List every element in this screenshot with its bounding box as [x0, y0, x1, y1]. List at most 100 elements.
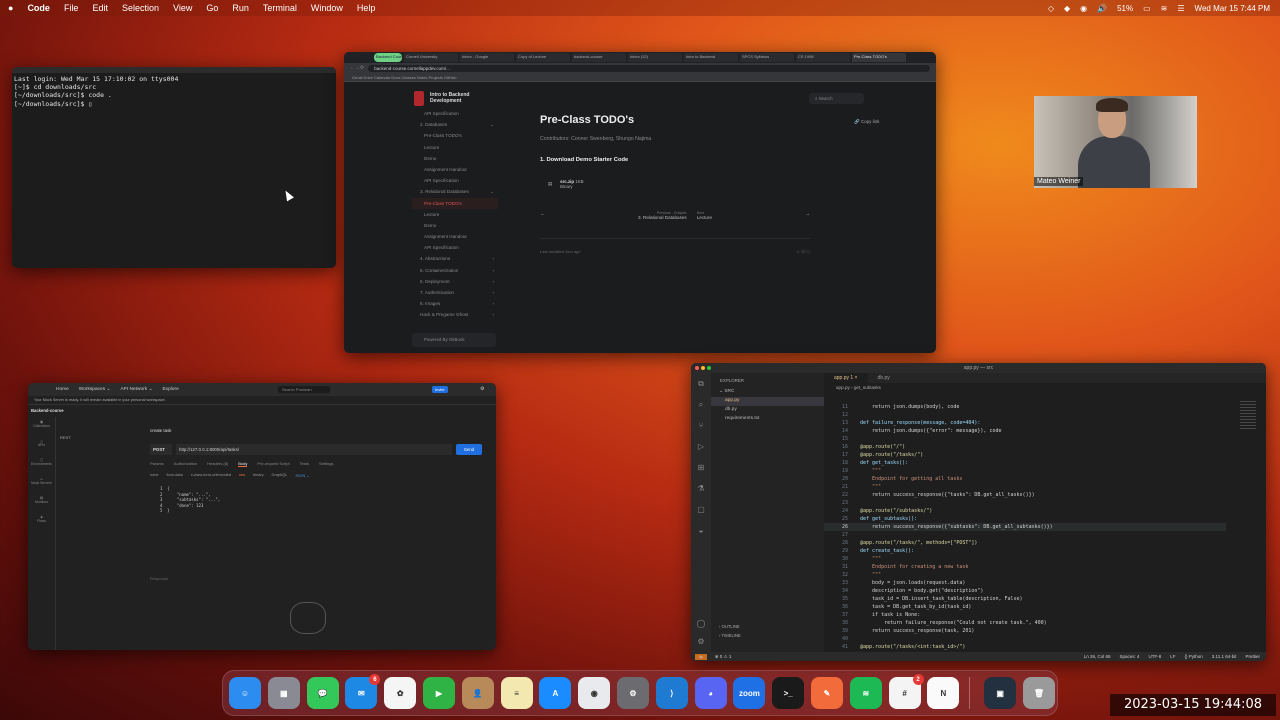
- problems-indicator[interactable]: ⊗ 0 ⚠ 1: [715, 654, 732, 660]
- battery-percent[interactable]: 51%: [1117, 4, 1133, 13]
- minimap[interactable]: [1240, 401, 1256, 431]
- browser-tab-active[interactable]: Pre-Class TODO's: [852, 53, 906, 62]
- dock-facetime-icon[interactable]: ▶: [423, 677, 455, 709]
- status-icon[interactable]: ◇: [1048, 4, 1054, 13]
- control-center-icon[interactable]: ☰: [1177, 4, 1184, 13]
- sidebar-item[interactable]: 7. Authentication ›: [412, 287, 498, 298]
- dock-postman-icon[interactable]: ✎: [811, 677, 843, 709]
- sidebar-item[interactable]: 6. Deployment ›: [412, 276, 498, 287]
- back-icon[interactable]: ←→⟳: [350, 65, 364, 71]
- prev-arrow-icon[interactable]: ←: [540, 211, 545, 220]
- dock-slack-icon[interactable]: #2: [888, 674, 924, 709]
- sidebar-item[interactable]: 4. Abstractions ›: [412, 253, 498, 264]
- sidebar-item[interactable]: Pre-Class TODO's: [412, 130, 498, 141]
- status-item[interactable]: 3.11.1 64-bit: [1212, 654, 1237, 659]
- sidebar-item[interactable]: API Specification: [412, 175, 498, 186]
- folder-src[interactable]: ⌄ SRC: [711, 388, 824, 397]
- chevron-icon[interactable]: ⌄: [490, 119, 494, 130]
- dock-trash-icon[interactable]: 🗑: [1023, 677, 1055, 709]
- browser-tab[interactable]: CS 1998: [796, 53, 850, 62]
- menu-clock[interactable]: Wed Mar 15 7:44 PM: [1195, 4, 1270, 13]
- docker-icon[interactable]: ◒: [691, 520, 711, 541]
- sidebar-item[interactable]: API Specification: [412, 242, 498, 253]
- sidebar-item[interactable]: 3. Relational Databases ⌄: [412, 186, 498, 197]
- tab-settings[interactable]: Settings: [319, 461, 333, 467]
- menu-go[interactable]: Go: [206, 3, 218, 13]
- terminal-output[interactable]: Last login: Wed Mar 15 17:10:02 on ttys0…: [12, 73, 336, 110]
- radio-urlencoded[interactable]: x-www-form-urlencoded: [191, 473, 231, 478]
- url-input[interactable]: backend-course.cornellappdev.com/...: [368, 64, 930, 72]
- tab-pre-request[interactable]: Pre-request Script: [257, 461, 289, 467]
- dock-discord-icon[interactable]: ◕: [694, 677, 727, 709]
- dock-zoom-icon[interactable]: zoom: [733, 677, 766, 709]
- record-icon[interactable]: ◉: [1080, 4, 1087, 13]
- status-item[interactable]: LF: [1170, 654, 1175, 659]
- radio-graphql[interactable]: GraphQL: [271, 473, 287, 478]
- menu-terminal[interactable]: Terminal: [263, 3, 297, 13]
- prev-page-link[interactable]: Previous - Chapter 3. Relational Database…: [638, 211, 687, 220]
- status-icon[interactable]: ◆: [1064, 4, 1070, 13]
- file-app-py[interactable]: app.py: [711, 397, 824, 406]
- sidebar-item[interactable]: Lecture: [412, 142, 498, 153]
- sidebar-item[interactable]: Assignment Handout: [412, 231, 498, 242]
- file-db-py[interactable]: db.py: [711, 406, 824, 415]
- close-window-icon[interactable]: [695, 366, 699, 370]
- browser-tab[interactable]: Copy of Lecture: [516, 53, 570, 62]
- sidebar-item[interactable]: Pre-Class TODO's: [412, 197, 498, 209]
- status-item[interactable]: Prettier: [1245, 654, 1260, 659]
- chevron-icon[interactable]: ⌄: [490, 186, 494, 197]
- sidebar-item[interactable]: Demo: [412, 220, 498, 231]
- vscode-window[interactable]: app.py — src ⧉ ⌕ ⑂ ▷ ⊞ ⚗ ▢ ◒ ◯ ⚙ EXPLORE…: [691, 363, 1266, 661]
- settings-icon[interactable]: ⚙: [480, 387, 484, 392]
- dock-mail-icon[interactable]: ✉ 6: [345, 674, 381, 709]
- file-attachment[interactable]: ▤ src.zip 1KB Binary: [540, 179, 810, 189]
- tab-db-py[interactable]: db.py: [868, 373, 900, 383]
- dock-contacts-icon[interactable]: 👤: [461, 677, 494, 709]
- status-item[interactable]: {} Python: [1185, 654, 1203, 659]
- sidebar-item[interactable]: 5. Containerization ›: [412, 265, 498, 276]
- tab-params[interactable]: Params: [150, 461, 164, 467]
- menu-app-name[interactable]: Code: [27, 3, 50, 13]
- dock-terminal-icon[interactable]: >_: [772, 677, 805, 709]
- sidebar-item[interactable]: 2. Databases ⌄: [412, 119, 498, 130]
- apple-icon[interactable]: ●: [8, 3, 13, 13]
- dock-notes-icon[interactable]: ≡: [500, 677, 533, 709]
- dock-chrome-icon[interactable]: ◉: [578, 677, 611, 709]
- browser-tab[interactable]: Cornell University: [404, 53, 458, 62]
- workspace-name[interactable]: Backend-course: [31, 408, 64, 413]
- remote-icon[interactable]: ▢: [691, 499, 711, 520]
- vscode-titlebar[interactable]: app.py — src: [691, 363, 1266, 373]
- sidebar-item[interactable]: API Specification: [412, 108, 498, 119]
- radio-raw[interactable]: raw: [239, 473, 245, 478]
- file-requirements[interactable]: requirements.txt: [711, 415, 824, 424]
- search-icon[interactable]: ⌕: [691, 394, 711, 415]
- chevron-icon[interactable]: ›: [492, 253, 494, 264]
- status-item[interactable]: Spaces: 4: [1119, 654, 1139, 659]
- rail-mock-servers[interactable]: ▭ Mock Servers: [28, 474, 55, 493]
- nav-workspaces[interactable]: Workspaces ⌄: [79, 387, 111, 392]
- minimize-window-icon[interactable]: [701, 366, 705, 370]
- radio-binary[interactable]: binary: [253, 473, 263, 478]
- browser-tab[interactable]: backend-course: [572, 53, 626, 62]
- chevron-icon[interactable]: ›: [492, 265, 494, 276]
- dock-spotify-icon[interactable]: ≋: [849, 677, 882, 709]
- chevron-icon[interactable]: ›: [492, 287, 494, 298]
- status-item[interactable]: Ln 26, Col 65: [1084, 654, 1111, 659]
- rail-apis[interactable]: △ APIs: [28, 436, 55, 455]
- browser-tab[interactable]: SPCS Syllabus: [740, 53, 794, 62]
- battery-icon[interactable]: ▭: [1143, 4, 1151, 13]
- browser-tab[interactable]: Inbox (32): [628, 53, 682, 62]
- tab-body[interactable]: Body: [238, 461, 248, 467]
- explorer-icon[interactable]: ⧉: [691, 373, 711, 394]
- dock-finder-icon[interactable]: ☺: [229, 677, 261, 709]
- postman-search[interactable]: Search Postman: [278, 386, 330, 393]
- format-select[interactable]: JSON ⌄: [295, 473, 309, 478]
- status-item[interactable]: UTF-8: [1149, 654, 1162, 659]
- nav-api-network[interactable]: API Network ⌄: [120, 387, 152, 392]
- sidebar-item[interactable]: Assignment Handout: [412, 164, 498, 175]
- browser-window[interactable]: Backend Course Cornell University Inbox …: [344, 52, 936, 353]
- site-logo[interactable]: Intro to Backend Development: [412, 88, 498, 108]
- dock-messages-icon[interactable]: 💬: [306, 677, 339, 709]
- manage-gear-icon[interactable]: ⚙: [691, 631, 711, 652]
- browser-tab[interactable]: Intro to Backend: [684, 53, 738, 62]
